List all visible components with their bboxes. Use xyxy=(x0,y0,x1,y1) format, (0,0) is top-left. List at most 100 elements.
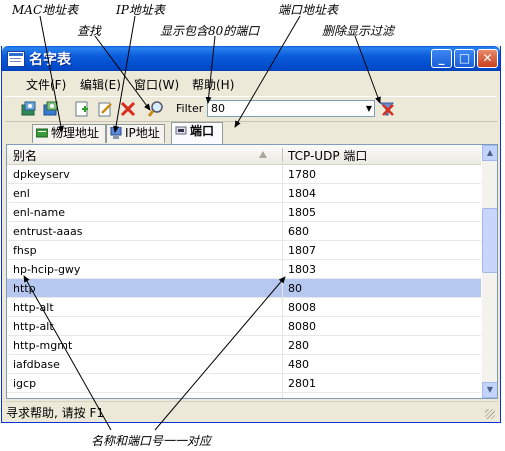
tab-ip-label: IP地址 xyxy=(125,126,160,140)
row-alias: hp-hcip-gwy xyxy=(13,263,81,276)
row-alias: http-mgmt xyxy=(13,339,73,352)
annotation-mac-table: MAC地址表 xyxy=(12,3,79,17)
row-divider xyxy=(282,260,283,279)
mac-icon xyxy=(36,128,48,138)
annotation-find: 查找 xyxy=(77,24,102,38)
toolbar: Filter 80 ▼ xyxy=(5,96,497,122)
annotation-port-table: 端口地址表 xyxy=(278,3,339,17)
table-row[interactable]: dpkeyserv 1780 xyxy=(7,165,481,184)
minimize-button[interactable]: _ xyxy=(431,49,452,68)
table-row[interactable]: iims 4800 xyxy=(7,393,481,398)
menu-bar: 文件(F) 编辑(E) 窗口(W) 帮助(H) xyxy=(5,73,497,94)
table-row[interactable]: http-alt 8008 xyxy=(7,298,481,317)
scroll-down-icon[interactable]: ▼ xyxy=(482,382,497,398)
table-row[interactable]: http-mgmt 280 xyxy=(7,336,481,355)
row-alias: http-alt xyxy=(13,320,54,333)
name-table-window: 名字表 _ □ ✕ 文件(F) 编辑(E) 窗口(W) 帮助(H) Filter… xyxy=(1,46,501,423)
tab-ip[interactable]: IP地址 xyxy=(106,124,165,143)
row-port: 1803 xyxy=(288,263,316,276)
title-bar[interactable]: 名字表 _ □ ✕ xyxy=(2,46,500,71)
port-icon xyxy=(175,126,187,135)
tab-port[interactable]: 端口 xyxy=(171,122,223,144)
scroll-up-icon[interactable]: ▲ xyxy=(482,145,497,161)
row-divider xyxy=(282,317,283,336)
row-divider xyxy=(282,336,283,355)
column-divider[interactable] xyxy=(282,148,283,162)
row-divider xyxy=(282,241,283,260)
row-divider xyxy=(282,184,283,203)
row-port: 1780 xyxy=(288,168,316,181)
annotation-clear-filter: 删除显示过滤 xyxy=(322,24,395,38)
save-icon[interactable] xyxy=(42,100,60,118)
table-row[interactable]: igcp 2801 xyxy=(7,374,481,393)
table-row[interactable]: entrust-aaas 680 xyxy=(7,222,481,241)
vertical-scrollbar[interactable]: ▲ ▼ xyxy=(482,145,497,398)
resize-grip-icon[interactable] xyxy=(485,409,495,419)
window-title: 名字表 xyxy=(29,52,71,68)
row-divider xyxy=(282,203,283,222)
status-bar: 寻求帮助, 请按 F1 xyxy=(5,401,497,421)
maximize-button[interactable]: □ xyxy=(454,49,475,68)
filter-input[interactable]: 80 xyxy=(207,100,375,117)
new-icon[interactable] xyxy=(73,100,91,118)
row-divider xyxy=(282,298,283,317)
annotation-name-port-match: 名称和端口号一一对应 xyxy=(91,434,212,448)
menu-window[interactable]: 窗口(W) xyxy=(134,76,179,93)
row-alias: http-alt xyxy=(13,301,54,314)
row-alias: igcp xyxy=(13,377,37,390)
filter-label: Filter xyxy=(176,102,204,115)
row-port: 80 xyxy=(288,282,302,295)
row-alias: fhsp xyxy=(13,244,37,257)
filter-dropdown-icon[interactable]: ▼ xyxy=(364,101,374,116)
row-alias: enl xyxy=(13,187,30,200)
row-port: 1807 xyxy=(288,244,316,257)
row-divider xyxy=(282,355,283,374)
column-port[interactable]: TCP-UDP 端口 xyxy=(288,147,367,164)
ip-icon xyxy=(110,127,122,139)
table-row[interactable]: enl-name 1805 xyxy=(7,203,481,222)
app-icon xyxy=(7,51,25,67)
row-divider xyxy=(282,393,283,398)
annotation-ip-table: IP地址表 xyxy=(116,3,165,17)
edit-icon[interactable] xyxy=(96,100,114,118)
tab-mac[interactable]: 物理地址 xyxy=(32,124,106,143)
status-text: 寻求帮助, 请按 F1 xyxy=(6,406,104,420)
row-port: 4800 xyxy=(288,396,316,398)
row-divider xyxy=(282,279,283,298)
row-port: 680 xyxy=(288,225,309,238)
close-button[interactable]: ✕ xyxy=(477,49,498,68)
row-alias: iafdbase xyxy=(13,358,60,371)
row-divider xyxy=(282,374,283,393)
table-row[interactable]: http 80 xyxy=(7,279,481,298)
row-port: 2801 xyxy=(288,377,316,390)
row-alias: entrust-aaas xyxy=(13,225,83,238)
row-port: 1804 xyxy=(288,187,316,200)
row-port: 280 xyxy=(288,339,309,352)
menu-help[interactable]: 帮助(H) xyxy=(192,76,234,93)
row-divider xyxy=(282,165,283,184)
row-port: 8008 xyxy=(288,301,316,314)
table-row[interactable]: iafdbase 480 xyxy=(7,355,481,374)
table-row[interactable]: fhsp 1807 xyxy=(7,241,481,260)
open-icon[interactable] xyxy=(20,100,38,118)
menu-edit[interactable]: 编辑(E) xyxy=(80,76,121,93)
list-header: 别名 TCP-UDP 端口 xyxy=(7,145,481,165)
row-alias: dpkeyserv xyxy=(13,168,70,181)
tab-port-label: 端口 xyxy=(190,124,215,138)
scroll-thumb[interactable] xyxy=(482,208,497,273)
table-row[interactable]: http-alt 8080 xyxy=(7,317,481,336)
column-alias[interactable]: 别名 xyxy=(13,147,37,164)
delete-icon[interactable] xyxy=(119,100,137,118)
table-row[interactable]: hp-hcip-gwy 1803 xyxy=(7,260,481,279)
row-alias: http xyxy=(13,282,36,295)
table-row[interactable]: enl 1804 xyxy=(7,184,481,203)
tab-strip: 物理地址 IP地址 端口 xyxy=(5,122,497,144)
clear-filter-icon[interactable] xyxy=(378,100,396,118)
port-list: 别名 TCP-UDP 端口 dpkeyserv 1780 enl 1804 enl-na… xyxy=(6,144,498,399)
menu-file[interactable]: 文件(F) xyxy=(26,76,66,93)
find-icon[interactable] xyxy=(147,100,165,118)
row-divider xyxy=(282,222,283,241)
row-alias: enl-name xyxy=(13,206,65,219)
row-alias: iims xyxy=(13,396,36,398)
tab-mac-label: 物理地址 xyxy=(51,126,100,140)
